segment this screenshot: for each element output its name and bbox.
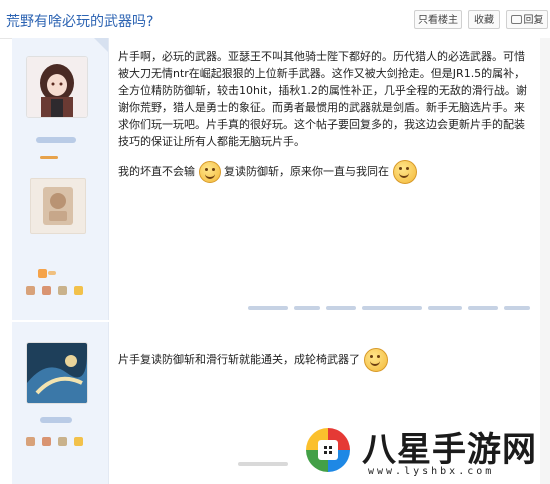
medal-icon [38, 269, 47, 278]
author-sidebar [12, 322, 109, 484]
reply-icon [510, 15, 522, 24]
watermark-url: www.lyshbx.com [368, 466, 495, 477]
author-sidebar [12, 38, 109, 320]
thread-title: 荒野有啥必玩的武器吗? [6, 14, 154, 30]
reply-button[interactable]: 回复 [506, 10, 548, 29]
post-1-footer-link[interactable] [248, 306, 288, 310]
watermark-text: 八星手游网 [362, 430, 537, 470]
watermark-logo-icon [306, 428, 350, 472]
post-2-footer-meta [238, 462, 288, 466]
post-1-paragraph: 片手啊，必玩的武器。亚瑟王不叫其他骑士陛下都好的。历代猎人的必选武器。可惜被大刀… [118, 50, 527, 148]
post-1-footer-link[interactable] [504, 306, 530, 310]
avatar[interactable] [26, 56, 88, 118]
post-2-text: 片手复读防御斩和滑行斩就能通关，成轮椅武器了 [118, 353, 360, 366]
gift-icon[interactable] [26, 437, 35, 446]
level-bar [40, 156, 58, 159]
post-1-footer-link[interactable] [468, 306, 498, 310]
post-1-content: 片手啊，必玩的武器。亚瑟王不叫其他骑士陛下都好的。历代猎人的必选武器。可惜被大刀… [118, 48, 530, 184]
post-1-footer-link[interactable] [294, 306, 320, 310]
site-watermark: 八星手游网 www.lyshbx.com [296, 418, 550, 484]
flower-icon[interactable] [42, 286, 51, 295]
favorite-button[interactable]: 收藏 [468, 10, 500, 29]
post-1-line2-b: 复读防御斩，原来你一直与我同在 [224, 165, 389, 178]
gift-icon[interactable] [26, 286, 35, 295]
post-1-footer-link[interactable] [326, 306, 356, 310]
medal-value [48, 271, 56, 275]
post-2-content: 片手复读防御斩和滑行斩就能通关，成轮椅武器了 [118, 348, 530, 372]
star-icon[interactable] [74, 437, 83, 446]
floor-corner-icon [94, 38, 108, 52]
heart-icon[interactable] [58, 437, 67, 446]
badge-image [43, 187, 73, 225]
flower-icon[interactable] [42, 437, 51, 446]
post-1-footer-meta [428, 306, 462, 310]
user-badge [30, 178, 86, 234]
avatar[interactable] [26, 342, 88, 404]
post-1-line2-a: 我的坏直不会输 [118, 165, 195, 178]
username-placeholder[interactable] [36, 137, 76, 143]
avatar-image [27, 57, 87, 117]
post-1-footer-meta [362, 306, 422, 310]
post-1-line2: 我的坏直不会输 复读防御斩，原来你一直与我同在 [118, 160, 530, 184]
reply-label: 回复 [523, 15, 544, 26]
heart-icon[interactable] [58, 286, 67, 295]
only-op-button[interactable]: 只看楼主 [414, 10, 462, 29]
smile-emoji-icon [392, 160, 417, 184]
avatar-image [27, 343, 87, 403]
smile-emoji-icon [363, 348, 388, 372]
star-icon[interactable] [74, 286, 83, 295]
username-placeholder[interactable] [40, 417, 72, 423]
thread-header: 荒野有啥必玩的武器吗? 只看楼主 收藏 回复 [0, 0, 550, 39]
post-1: 片手啊，必玩的武器。亚瑟王不叫其他骑士陛下都好的。历代猎人的必选武器。可惜被大刀… [12, 38, 540, 320]
smile-emoji-icon [198, 161, 221, 183]
